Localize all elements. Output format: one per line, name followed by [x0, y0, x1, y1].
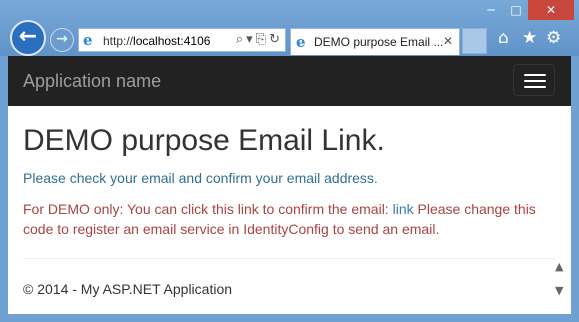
navbar-toggle-button[interactable] [513, 64, 555, 96]
minimize-button[interactable]: ─ [478, 0, 504, 20]
back-button[interactable]: ← [10, 20, 46, 56]
new-tab-button[interactable] [462, 28, 487, 54]
hamburger-bar-icon [524, 80, 546, 82]
tools-gear-icon[interactable]: ⚙ [546, 28, 561, 48]
home-icon[interactable]: ⌂ [498, 28, 509, 48]
scroll-up-arrow-icon[interactable]: ▲ [555, 260, 563, 273]
address-search-refresh-icons[interactable]: ⌕▾⎘↻ [235, 32, 283, 47]
footer-copyright: © 2014 - My ASP.NET Application [23, 281, 233, 297]
address-bar[interactable]: e http://localhost:4106 ⌕▾⎘↻ [78, 28, 286, 52]
info-message: Please check your email and confirm your… [23, 170, 378, 186]
address-url[interactable]: http://localhost:4106 [103, 34, 210, 48]
tab-close-icon[interactable]: ✕ [443, 34, 453, 48]
page-title: DEMO purpose Email Link. [23, 124, 385, 157]
hamburger-bar-icon [524, 74, 546, 76]
navbar-brand[interactable]: Application name [23, 71, 161, 92]
confirm-email-link[interactable]: link [393, 201, 414, 217]
address-host: localhost:4106 [133, 34, 211, 48]
demo-warning-message: For DEMO only: You can click this link t… [23, 199, 558, 239]
browser-title-bar: ─ □ ✕ ← → e http://localhost:4106 ⌕▾⎘↻ e… [0, 0, 579, 56]
close-button[interactable]: ✕ [528, 0, 574, 20]
tab-title: DEMO purpose Email ... [314, 35, 444, 49]
warning-text-before: For DEMO only: You can click this link t… [23, 201, 393, 217]
address-scheme: http:// [103, 34, 134, 48]
forward-button[interactable]: → [50, 28, 74, 52]
site-navbar: Application name [8, 56, 571, 106]
page-viewport: Application name DEMO purpose Email Link… [8, 56, 571, 314]
maximize-button[interactable]: □ [504, 0, 528, 20]
hamburger-bar-icon [524, 86, 546, 88]
footer-divider [23, 258, 556, 259]
tab-favicon-icon: e [296, 33, 306, 51]
tab-active[interactable]: e DEMO purpose Email ... ✕ [290, 28, 460, 55]
vertical-scrollbar[interactable] [571, 56, 579, 314]
scroll-down-arrow-icon[interactable]: ▼ [555, 284, 563, 297]
ie-page-icon: e [83, 31, 93, 49]
favorites-star-icon[interactable]: ★ [522, 28, 537, 48]
